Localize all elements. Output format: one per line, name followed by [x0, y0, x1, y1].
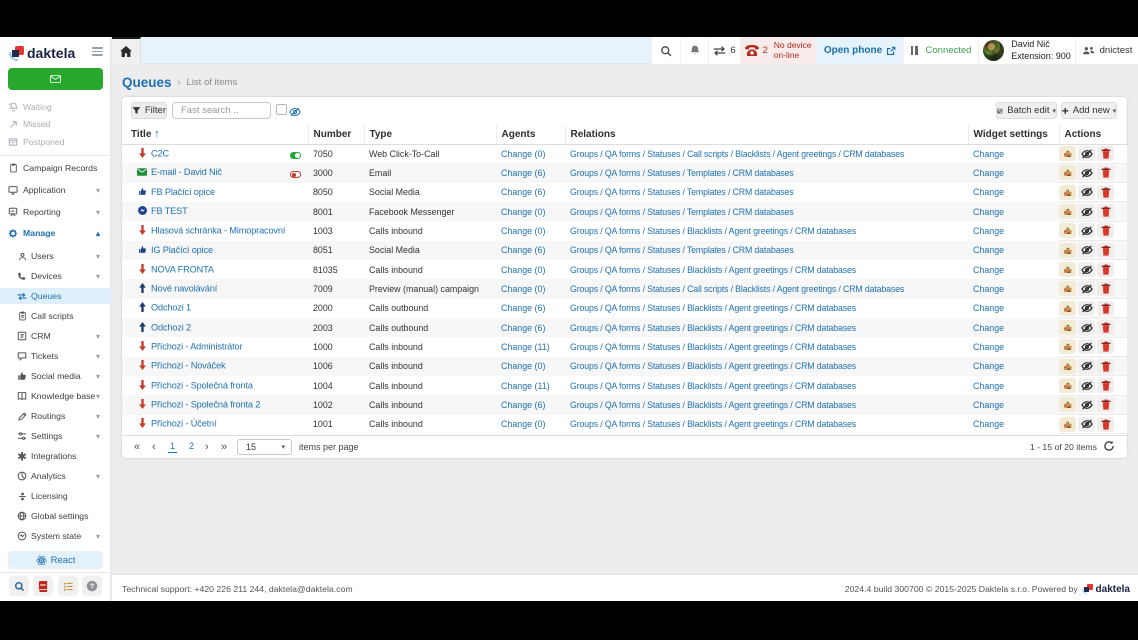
- svg-text:?: ?: [90, 582, 95, 591]
